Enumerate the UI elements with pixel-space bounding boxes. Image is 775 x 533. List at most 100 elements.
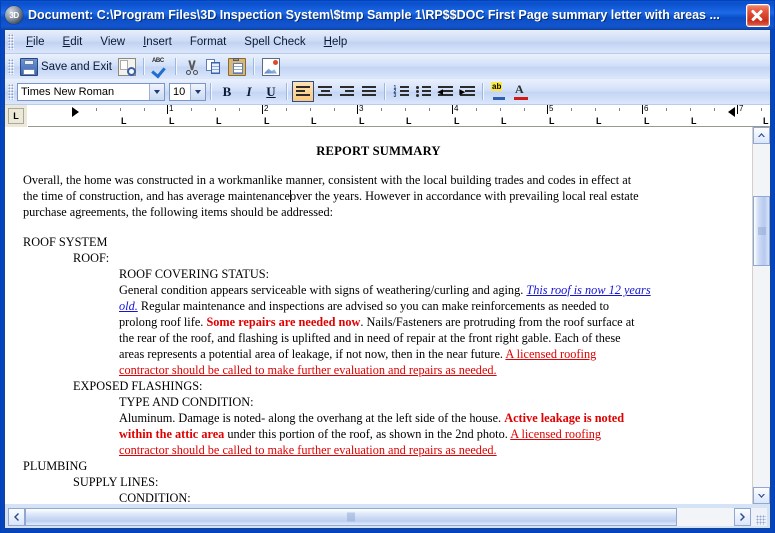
- ruler-number-4: 4: [451, 104, 459, 114]
- chevron-down-icon[interactable]: [190, 83, 205, 100]
- font-name-value: Times New Roman: [21, 85, 115, 98]
- application-window: Document: C:\Program Files\3D Inspection…: [0, 0, 775, 533]
- first-line-indent-marker[interactable]: [72, 107, 79, 117]
- align-center-button[interactable]: [314, 81, 336, 102]
- 3d-sphere-icon: [5, 6, 23, 24]
- horizontal-scroll-track[interactable]: [25, 508, 734, 526]
- toolbar-gripper-icon[interactable]: [8, 83, 14, 100]
- vertical-scroll-track[interactable]: [753, 144, 770, 487]
- roof-body-1: General condition appears serviceable wi…: [119, 283, 524, 298]
- formatting-toolbar: Times New Roman 10 B I U 1 2 3 ◀ ▶ ab A: [5, 79, 770, 104]
- tab-stop-marker[interactable]: L: [644, 116, 650, 126]
- cut-button[interactable]: [181, 56, 203, 77]
- vertical-scrollbar[interactable]: [752, 127, 770, 504]
- align-right-button[interactable]: [336, 81, 358, 102]
- document-page[interactable]: REPORT SUMMARY Overall, the home was con…: [5, 127, 752, 504]
- save-and-exit-button[interactable]: Save and Exit: [17, 56, 115, 77]
- menu-bar: File Edit View Insert Format Spell Check…: [5, 30, 770, 54]
- flash-red-link-part2[interactable]: contractor should be called to make furt…: [119, 443, 497, 457]
- horizontal-scroll-thumb[interactable]: [25, 508, 678, 526]
- paragraph-overall-line1: Overall, the home was constructed in a w…: [23, 173, 632, 188]
- menu-item-spell-check[interactable]: Spell Check: [235, 34, 314, 50]
- align-justify-button[interactable]: [358, 81, 380, 102]
- menu-item-file[interactable]: File: [17, 34, 54, 50]
- font-size-value: 10: [173, 85, 186, 98]
- tab-stop-selector[interactable]: L: [5, 105, 28, 127]
- scroll-thumb-grip-icon: [757, 227, 766, 235]
- roof-red-link-part2[interactable]: contractor should be called to make furt…: [119, 363, 497, 377]
- window-resize-grip[interactable]: [751, 508, 767, 526]
- ruler-number-5: 5: [546, 104, 554, 114]
- decrease-indent-button[interactable]: ◀: [434, 81, 456, 102]
- scroll-up-button[interactable]: [753, 127, 770, 144]
- flash-body-1: Aluminum. Damage is noted- along the ove…: [119, 411, 502, 426]
- tab-stop-marker[interactable]: L: [763, 116, 769, 126]
- roof-body-6: areas represents a potential area of lea…: [119, 347, 503, 362]
- align-center-icon: [318, 85, 332, 98]
- paragraph-flashings: Aluminum. Damage is noted- along the ove…: [119, 411, 734, 459]
- flash-red-link-part1[interactable]: A licensed roofing: [510, 427, 601, 441]
- ruler-bar: L 1 2 3 4 5 6 7 L L L L L L L L L L L L …: [5, 104, 770, 127]
- insert-image-button[interactable]: [259, 56, 283, 77]
- menu-item-view[interactable]: View: [91, 34, 134, 50]
- tab-stop-marker[interactable]: L: [406, 116, 412, 126]
- heading-plumbing: PLUMBING: [23, 459, 88, 474]
- toolbar-separator: [384, 83, 386, 100]
- tab-stop-marker[interactable]: L: [596, 116, 602, 126]
- scroll-right-button[interactable]: [734, 508, 751, 526]
- tab-stop-marker[interactable]: L: [216, 116, 222, 126]
- tab-stop-marker[interactable]: L: [501, 116, 507, 126]
- horizontal-scrollbar[interactable]: [8, 508, 767, 526]
- align-right-icon: [340, 85, 354, 98]
- tab-stop-marker[interactable]: L: [454, 116, 460, 126]
- roof-red-link-part1[interactable]: A licensed roofing: [505, 347, 596, 361]
- numbered-list-button[interactable]: 1 2 3: [390, 81, 412, 102]
- chevron-down-icon[interactable]: [149, 83, 164, 100]
- roof-blue-link-part2[interactable]: old.: [119, 299, 138, 313]
- heading-roof-system: ROOF SYSTEM: [23, 235, 108, 250]
- tab-stop-marker[interactable]: L: [549, 116, 555, 126]
- tab-stop-marker[interactable]: L: [264, 116, 270, 126]
- copy-button[interactable]: [203, 56, 225, 77]
- bulleted-list-button[interactable]: [412, 81, 434, 102]
- horizontal-ruler[interactable]: 1 2 3 4 5 6 7 L L L L L L L L L L L L L …: [28, 104, 770, 127]
- menu-item-insert[interactable]: Insert: [134, 34, 181, 50]
- tab-stop-marker[interactable]: L: [691, 116, 697, 126]
- vertical-scroll-thumb[interactable]: [753, 196, 770, 266]
- scroll-left-button[interactable]: [8, 508, 25, 526]
- tab-stop-marker[interactable]: L: [121, 116, 127, 126]
- print-preview-button[interactable]: [115, 56, 139, 77]
- menu-item-edit[interactable]: Edit: [54, 34, 92, 50]
- paste-button[interactable]: [225, 56, 249, 77]
- spell-check-button[interactable]: [149, 56, 171, 77]
- bold-button[interactable]: B: [216, 81, 238, 102]
- toolbar-gripper-icon[interactable]: [8, 58, 14, 75]
- toolbar-separator: [210, 83, 212, 100]
- menu-item-help[interactable]: Help: [315, 34, 357, 50]
- toolbar-separator: [142, 58, 145, 75]
- scroll-down-button[interactable]: [753, 487, 770, 504]
- right-indent-marker[interactable]: [728, 107, 735, 117]
- client-area: File Edit View Insert Format Spell Check…: [4, 29, 771, 529]
- heading-type-and-condition: TYPE AND CONDITION:: [119, 395, 254, 410]
- font-name-combobox[interactable]: Times New Roman: [17, 82, 165, 101]
- font-color-icon: [513, 82, 529, 100]
- tab-stop-marker[interactable]: L: [169, 116, 175, 126]
- underline-button[interactable]: U: [260, 81, 282, 102]
- close-icon[interactable]: [746, 3, 770, 27]
- tab-stop-marker[interactable]: L: [359, 116, 365, 126]
- tab-stop-marker[interactable]: L: [311, 116, 317, 126]
- heading-roof-covering-status: ROOF COVERING STATUS:: [119, 267, 270, 282]
- increase-indent-button[interactable]: ▶: [456, 81, 478, 102]
- highlight-button[interactable]: [488, 81, 510, 102]
- menu-item-format[interactable]: Format: [181, 34, 235, 50]
- paragraph-overall-line2b: over the years. However in accordance wi…: [290, 189, 639, 204]
- align-left-button[interactable]: [292, 81, 314, 102]
- menu-gripper-icon[interactable]: [8, 33, 14, 50]
- font-color-button[interactable]: [510, 81, 532, 102]
- roof-blue-link-part1[interactable]: This roof is now 12 years: [526, 283, 650, 297]
- italic-button[interactable]: I: [238, 81, 260, 102]
- paragraph-overall-line3: purchase agreements, the following items…: [23, 205, 334, 220]
- heading-supply-lines: SUPPLY LINES:: [73, 475, 159, 490]
- font-size-combobox[interactable]: 10: [169, 82, 206, 101]
